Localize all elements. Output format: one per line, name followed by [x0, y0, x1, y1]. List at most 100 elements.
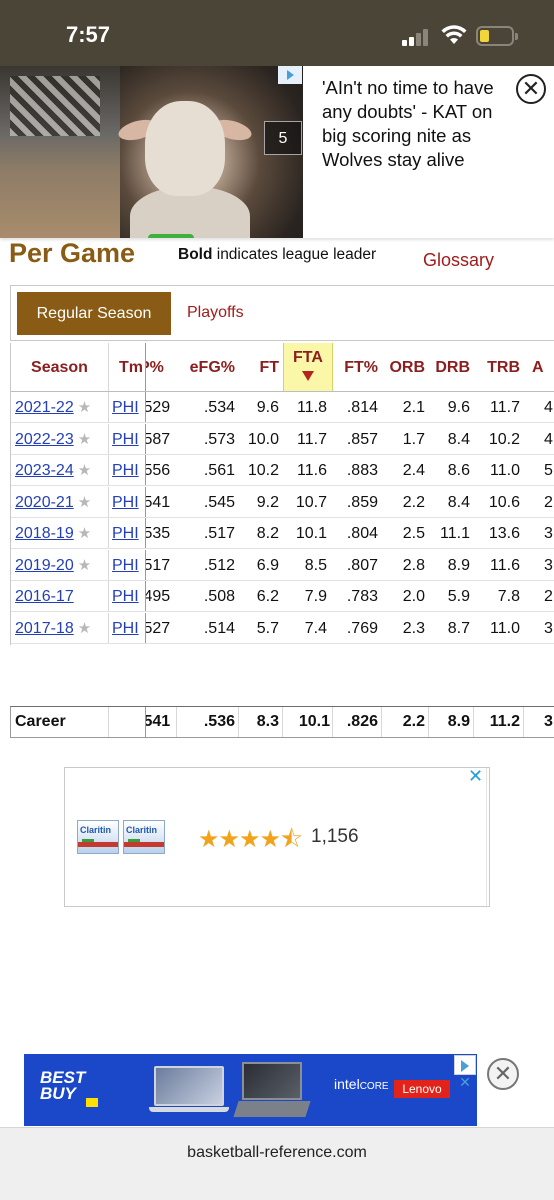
col-ft[interactable]: FT: [239, 343, 283, 391]
col-drb[interactable]: DRB: [429, 343, 474, 391]
url-text[interactable]: basketball-reference.com: [0, 1144, 554, 1162]
cell-trb: 10.2: [488, 430, 520, 448]
career-drb: 8.9: [429, 707, 474, 737]
cell-fta: 11.8: [297, 399, 327, 416]
cell-a: 2: [544, 493, 553, 511]
cell-a: 2: [544, 588, 553, 605]
team-link[interactable]: PHI: [112, 431, 139, 448]
cell-p: .527: [146, 619, 171, 637]
col-percent[interactable]: P%: [146, 343, 177, 391]
ad-headline[interactable]: 'AIn't no time to have any doubts' - KAT…: [322, 76, 512, 172]
career-fta: 10.1: [283, 707, 333, 737]
cell-a: 5: [544, 462, 553, 479]
cell-ft: 10.2: [247, 462, 279, 479]
cell-ftp: .859: [346, 493, 378, 511]
ad-choices-icon[interactable]: [454, 1055, 476, 1075]
rating-stars: ★★★★⯪: [198, 826, 303, 853]
bottom-ad-banner[interactable]: BEST BUY intelCORE Lenovo: [24, 1054, 477, 1126]
table-row: 2020-21★PHI.541.5459.210.7.8592.28.410.6…: [11, 486, 554, 518]
season-cell: 2018-19 ★: [11, 518, 109, 548]
tab-regular-season[interactable]: Regular Season: [17, 292, 171, 335]
per-game-table: Season Tm P% eFG% FT FTA FT% ORB DRB TRB…: [10, 343, 554, 645]
team-link[interactable]: PHI: [112, 525, 139, 542]
career-label: Career: [11, 707, 109, 737]
all-star-icon: ★: [77, 430, 92, 448]
col-team[interactable]: Tm: [109, 343, 146, 391]
cell-efg: .514: [203, 619, 235, 637]
season-link[interactable]: 2016-17: [15, 588, 74, 605]
ad-close-button[interactable]: ✕: [516, 74, 546, 104]
season-link[interactable]: 2019-20: [15, 557, 74, 574]
team-link[interactable]: PHI: [112, 462, 139, 479]
address-bar[interactable]: basketball-reference.com: [0, 1127, 554, 1200]
cell-ftp: .814: [346, 399, 378, 416]
battery-icon: [476, 26, 518, 46]
cell-fta: 11.6: [297, 462, 327, 479]
season-link[interactable]: 2021-22: [15, 399, 74, 416]
cell-trb: 11.6: [490, 556, 520, 574]
laptop-base: [233, 1101, 311, 1117]
cell-efg: .508: [203, 588, 235, 605]
team-link[interactable]: PHI: [112, 494, 139, 511]
cell-efg: .573: [203, 430, 235, 448]
cell-a: 4: [544, 430, 553, 448]
col-orb[interactable]: ORB: [382, 343, 429, 391]
col-fta[interactable]: FTA: [283, 343, 333, 391]
all-star-icon: ★: [77, 462, 92, 479]
cell-fta: 10.7: [295, 493, 327, 511]
team-link[interactable]: PHI: [112, 620, 139, 637]
col-season[interactable]: Season: [11, 343, 109, 391]
team-cell: PHI: [109, 518, 146, 548]
cell-ftp: .883: [346, 462, 378, 479]
cell-ftp: .804: [346, 525, 378, 542]
career-row: Career .541 .536 8.3 10.1 .826 2.2 8.9 1…: [10, 706, 554, 738]
glossary-link[interactable]: Glossary: [423, 250, 494, 271]
tab-playoffs[interactable]: Playoffs: [187, 304, 244, 322]
team-cell: PHI: [109, 455, 146, 485]
team-cell: PHI: [109, 423, 146, 454]
banner-close-button[interactable]: ✕: [487, 1058, 519, 1090]
status-bar: 7:57: [0, 0, 554, 66]
product-ad[interactable]: Claritin Claritin ★★★★⯪ 1,156 ✕: [64, 766, 490, 908]
cell-orb: 2.2: [402, 493, 425, 511]
top-ad-banner[interactable]: 5 'AIn't no time to have any doubts' - K…: [0, 66, 554, 238]
cell-orb: 2.1: [402, 399, 425, 416]
cellular-signal-icon: [402, 28, 432, 46]
season-cell: 2023-24 ★: [11, 455, 109, 485]
cell-fta: 8.5: [304, 556, 327, 574]
col-ft-pct[interactable]: FT%: [333, 343, 382, 391]
laptop-image: [242, 1062, 302, 1100]
cell-trb: 11.0: [490, 619, 520, 637]
cell-ft: 9.2: [256, 493, 279, 511]
career-tm: [109, 707, 146, 737]
ad-choices-icon[interactable]: [278, 66, 302, 84]
team-link[interactable]: PHI: [112, 588, 139, 605]
ad-close-icon[interactable]: ✕: [454, 1074, 476, 1092]
ad-video-thumbnail[interactable]: 5: [0, 66, 303, 238]
team-cell: PHI: [109, 581, 146, 611]
wifi-icon: [441, 25, 467, 44]
ad-close-icon[interactable]: ✕: [468, 766, 483, 787]
team-cell: PHI: [109, 392, 146, 422]
col-trb[interactable]: TRB: [474, 343, 524, 391]
table-row: 2023-24★PHI.556.56110.211.6.8832.48.611.…: [11, 455, 554, 486]
cell-orb: 2.5: [402, 525, 425, 542]
season-link[interactable]: 2022-23: [15, 431, 74, 448]
col-efg[interactable]: eFG%: [177, 343, 239, 391]
cell-fta: 7.9: [304, 588, 327, 605]
col-ast[interactable]: A: [524, 343, 554, 391]
season-link[interactable]: 2018-19: [15, 525, 74, 542]
season-link[interactable]: 2023-24: [15, 462, 74, 479]
cell-drb: 8.7: [447, 619, 470, 637]
cell-ftp: .783: [346, 588, 378, 605]
cell-orb: 2.3: [402, 619, 425, 637]
season-link[interactable]: 2017-18: [15, 620, 74, 637]
team-link[interactable]: PHI: [112, 557, 139, 574]
team-link[interactable]: PHI: [112, 399, 139, 416]
laptop-base: [149, 1107, 229, 1112]
cell-efg: .545: [203, 493, 235, 511]
product-box-image: Claritin: [77, 820, 119, 854]
season-link[interactable]: 2020-21: [15, 494, 74, 511]
cell-drb: 11.1: [440, 525, 470, 542]
cell-trb: 11.0: [490, 462, 520, 479]
